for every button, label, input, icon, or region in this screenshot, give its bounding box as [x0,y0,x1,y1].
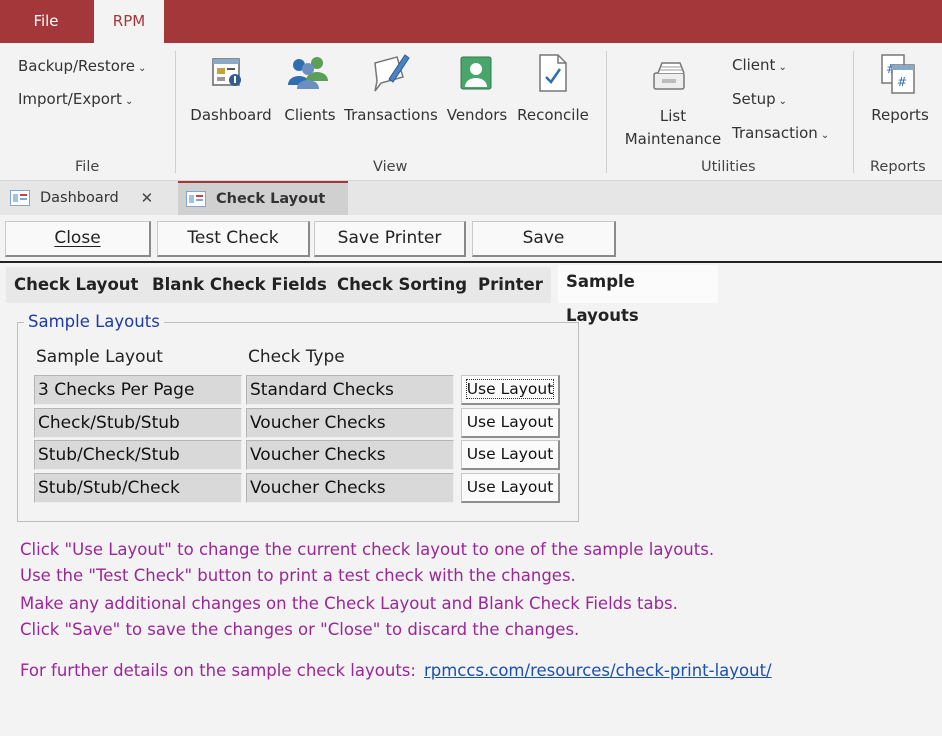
backup-restore-label: Backup/Restore [18,57,135,75]
chevron-down-icon: ⌄ [820,130,830,141]
tab-check-sorting[interactable]: Check Sorting [329,267,476,303]
clients-icon [288,57,328,89]
dashboard-label: Dashboard [190,106,272,124]
client-label: Client [732,56,776,74]
details-text: For further details on the sample check … [20,661,416,680]
test-check-button[interactable]: Test Check [157,221,310,257]
doc-tab-label: Check Layout [216,191,326,207]
reconcile-label: Reconcile [517,106,589,124]
save-printer-button-label: Save Printer [337,228,442,248]
ribbon: Backup/Restore ⌄ Import/Export ⌄ File Dash… [0,43,942,181]
instruction-line: Make any additional changes on the Check… [20,594,678,613]
close-icon[interactable]: ✕ [141,189,154,207]
tab-blank-check-fields[interactable]: Blank Check Fields [144,267,335,303]
tab-printer[interactable]: Printer [470,267,551,303]
list-maintenance-button[interactable]: List Maintenance [620,51,726,151]
transactions-label: Transactions [344,106,438,124]
list-label: List [659,107,687,125]
use-layout-label: Use Layout [466,413,554,431]
use-layout-button[interactable]: Use Layout [461,375,560,405]
client-menu[interactable]: Client ⌄ [732,56,787,74]
vendors-icon [460,56,492,90]
transactions-button[interactable]: Transactions [342,51,440,131]
dashboard-button[interactable]: Dashboard [187,51,275,131]
clients-label: Clients [284,106,336,124]
transaction-menu[interactable]: Transaction ⌄ [732,124,829,142]
instruction-line: Click "Use Layout" to change the current… [20,540,715,559]
command-bar: Close Test Check Save Printer Save [0,215,942,263]
use-layout-button[interactable]: Use Layout [461,473,560,503]
ribbon-tab-strip: File RPM [0,0,942,45]
view-group-label: View [373,159,408,175]
utilities-group-label: Utilities [701,159,756,175]
dashboard-icon [212,58,241,86]
layout-cell: Check/Stub/Stub [34,408,242,438]
use-layout-label: Use Layout [466,445,554,463]
maintenance-label: Maintenance [624,130,722,148]
chevron-down-icon: ⌄ [778,96,788,107]
transactions-icon [374,54,410,92]
details-line: For further details on the sample check … [20,661,772,680]
reports-icon: # # [881,54,915,94]
group-separator [853,51,854,173]
vendors-label: Vendors [446,106,508,124]
column-header-type: Check Type [248,347,345,367]
chevron-down-icon: ⌄ [124,96,134,107]
close-button[interactable]: Close [5,221,151,257]
svg-text:#: # [897,75,907,89]
instruction-line: Click "Save" to save the changes or "Clo… [20,620,580,639]
clients-button[interactable]: Clients [280,51,340,131]
tab-check-layout[interactable]: Check Layout [6,267,147,303]
save-button-label: Save [522,228,565,248]
import-export-label: Import/Export [18,90,122,108]
list-maintenance-icon [653,62,685,90]
layout-cell: 3 Checks Per Page [34,375,242,405]
use-layout-button[interactable]: Use Layout [461,440,560,470]
setup-label: Setup [732,90,776,108]
chevron-down-icon: ⌄ [778,62,787,73]
doc-tab-label: Dashboard [40,190,119,206]
layout-tabs: Check Layout Blank Check Fields Check So… [0,265,942,325]
column-header-layout: Sample Layout [36,347,163,367]
save-button[interactable]: Save [472,221,616,257]
instruction-line: Use the "Test Check" button to print a t… [20,566,576,585]
form-icon [186,191,206,207]
layout-cell: Stub/Stub/Check [34,473,242,503]
close-button-label: Close [54,228,101,248]
group-separator [175,51,176,173]
details-link[interactable]: rpmccs.com/resources/check-print-layout/ [424,661,772,680]
chevron-down-icon: ⌄ [137,63,147,74]
vendors-button[interactable]: Vendors [443,51,511,131]
doc-tab-dashboard[interactable]: Dashboard ✕ [10,181,176,215]
backup-restore-menu[interactable]: Backup/Restore ⌄ [18,57,146,75]
form-icon [10,190,30,206]
reconcile-button[interactable]: Reconcile [513,51,593,131]
tab-sample-layouts[interactable]: Sample Layouts [558,265,718,325]
reports-group-label: Reports [870,159,926,175]
import-export-menu[interactable]: Import/Export ⌄ [18,90,133,108]
use-layout-button[interactable]: Use Layout [461,408,560,438]
type-cell: Voucher Checks [246,473,454,503]
file-group-label: File [75,159,100,175]
save-printer-button[interactable]: Save Printer [314,221,466,257]
setup-menu[interactable]: Setup ⌄ [732,90,787,108]
type-cell: Voucher Checks [246,440,454,470]
reports-label: Reports [871,106,929,124]
ribbon-tab-rpm[interactable]: RPM [94,0,164,45]
layout-cell: Stub/Check/Stub [34,440,242,470]
reconcile-icon [539,54,567,92]
group-title: Sample Layouts [24,312,164,331]
use-layout-label: Use Layout [465,379,555,399]
reports-button[interactable]: # # Reports [862,51,938,131]
type-cell: Voucher Checks [246,408,454,438]
type-cell: Standard Checks [246,375,454,405]
group-separator [606,51,607,173]
doc-tab-check-layout[interactable]: Check Layout [178,181,348,215]
use-layout-label: Use Layout [466,478,554,496]
ribbon-tab-file[interactable]: File [18,0,74,43]
test-check-button-label: Test Check [187,228,279,248]
transaction-label: Transaction [732,124,818,142]
sample-layouts-group: Sample Layouts Sample Layout Check Type … [17,312,579,522]
document-tabs: Dashboard ✕ Check Layout [0,181,942,215]
